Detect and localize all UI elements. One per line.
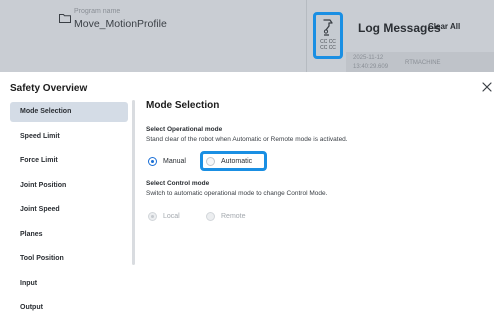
- robot-code-line2: CC CC: [320, 45, 336, 51]
- close-icon[interactable]: [480, 80, 494, 94]
- robot-arm-icon: [323, 19, 333, 36]
- dialog-title: Safety Overview: [10, 83, 88, 94]
- radio-automatic[interactable]: Automatic: [206, 154, 252, 168]
- sidebar-item-force-limit[interactable]: Force Limit: [10, 151, 128, 171]
- folder-icon: [59, 14, 71, 23]
- program-name[interactable]: Move_MotionProfile: [74, 18, 167, 30]
- radio-automatic-label: Automatic: [221, 157, 253, 165]
- log-entry-date: 2025-11-12: [353, 55, 384, 61]
- sidebar-item-speed-limit[interactable]: Speed Limit: [10, 127, 128, 147]
- radio-local-label: Local: [163, 212, 180, 220]
- control-mode-label: Select Control mode: [146, 180, 210, 187]
- log-entry-time: 13:40:29.609: [353, 64, 389, 70]
- radio-local[interactable]: Local: [148, 209, 180, 223]
- clear-all-button[interactable]: Clear All: [428, 22, 460, 31]
- control-mode-description: Switch to automatic operational mode to …: [146, 190, 328, 197]
- sidebar-item-tool-position[interactable]: Tool Position: [10, 249, 128, 269]
- operational-mode-description: Stand clear of the robot when Automatic …: [146, 136, 348, 143]
- sidebar-item-joint-position[interactable]: Joint Position: [10, 176, 128, 196]
- sidebar-item-input[interactable]: Input: [10, 274, 128, 294]
- radio-manual[interactable]: Manual: [148, 154, 186, 168]
- panel-title: Mode Selection: [146, 100, 220, 111]
- sidebar-item-joint-speed[interactable]: Joint Speed: [10, 200, 128, 220]
- sidebar-item-planes[interactable]: Planes: [10, 225, 128, 245]
- log-entry-source: RTMACHINE: [405, 60, 441, 66]
- robot-status-button[interactable]: CC CC CC CC: [313, 12, 343, 59]
- sidebar-item-output[interactable]: Output: [10, 298, 128, 312]
- program-caption: Program name: [74, 8, 121, 15]
- radio-local-indicator[interactable]: [148, 211, 157, 221]
- radio-remote[interactable]: Remote: [206, 209, 246, 223]
- sidebar-scrollbar[interactable]: [132, 100, 135, 265]
- radio-automatic-indicator[interactable]: [206, 156, 215, 166]
- header-divider: [306, 0, 307, 72]
- mode-selection-panel: Mode Selection Select Operational mode S…: [146, 100, 494, 312]
- safety-overview-dialog: Safety Overview Mode Selection Speed Lim…: [10, 72, 494, 312]
- safety-sidebar: Mode Selection Speed Limit Force Limit J…: [10, 100, 140, 312]
- radio-manual-label: Manual: [163, 157, 186, 165]
- sidebar-item-mode-selection[interactable]: Mode Selection: [10, 102, 128, 122]
- radio-manual-indicator[interactable]: [148, 156, 157, 166]
- app-header: Program name Move_MotionProfile CC CC CC…: [0, 0, 494, 72]
- radio-remote-label: Remote: [221, 212, 246, 220]
- radio-remote-indicator[interactable]: [206, 211, 215, 221]
- operational-mode-label: Select Operational mode: [146, 126, 223, 133]
